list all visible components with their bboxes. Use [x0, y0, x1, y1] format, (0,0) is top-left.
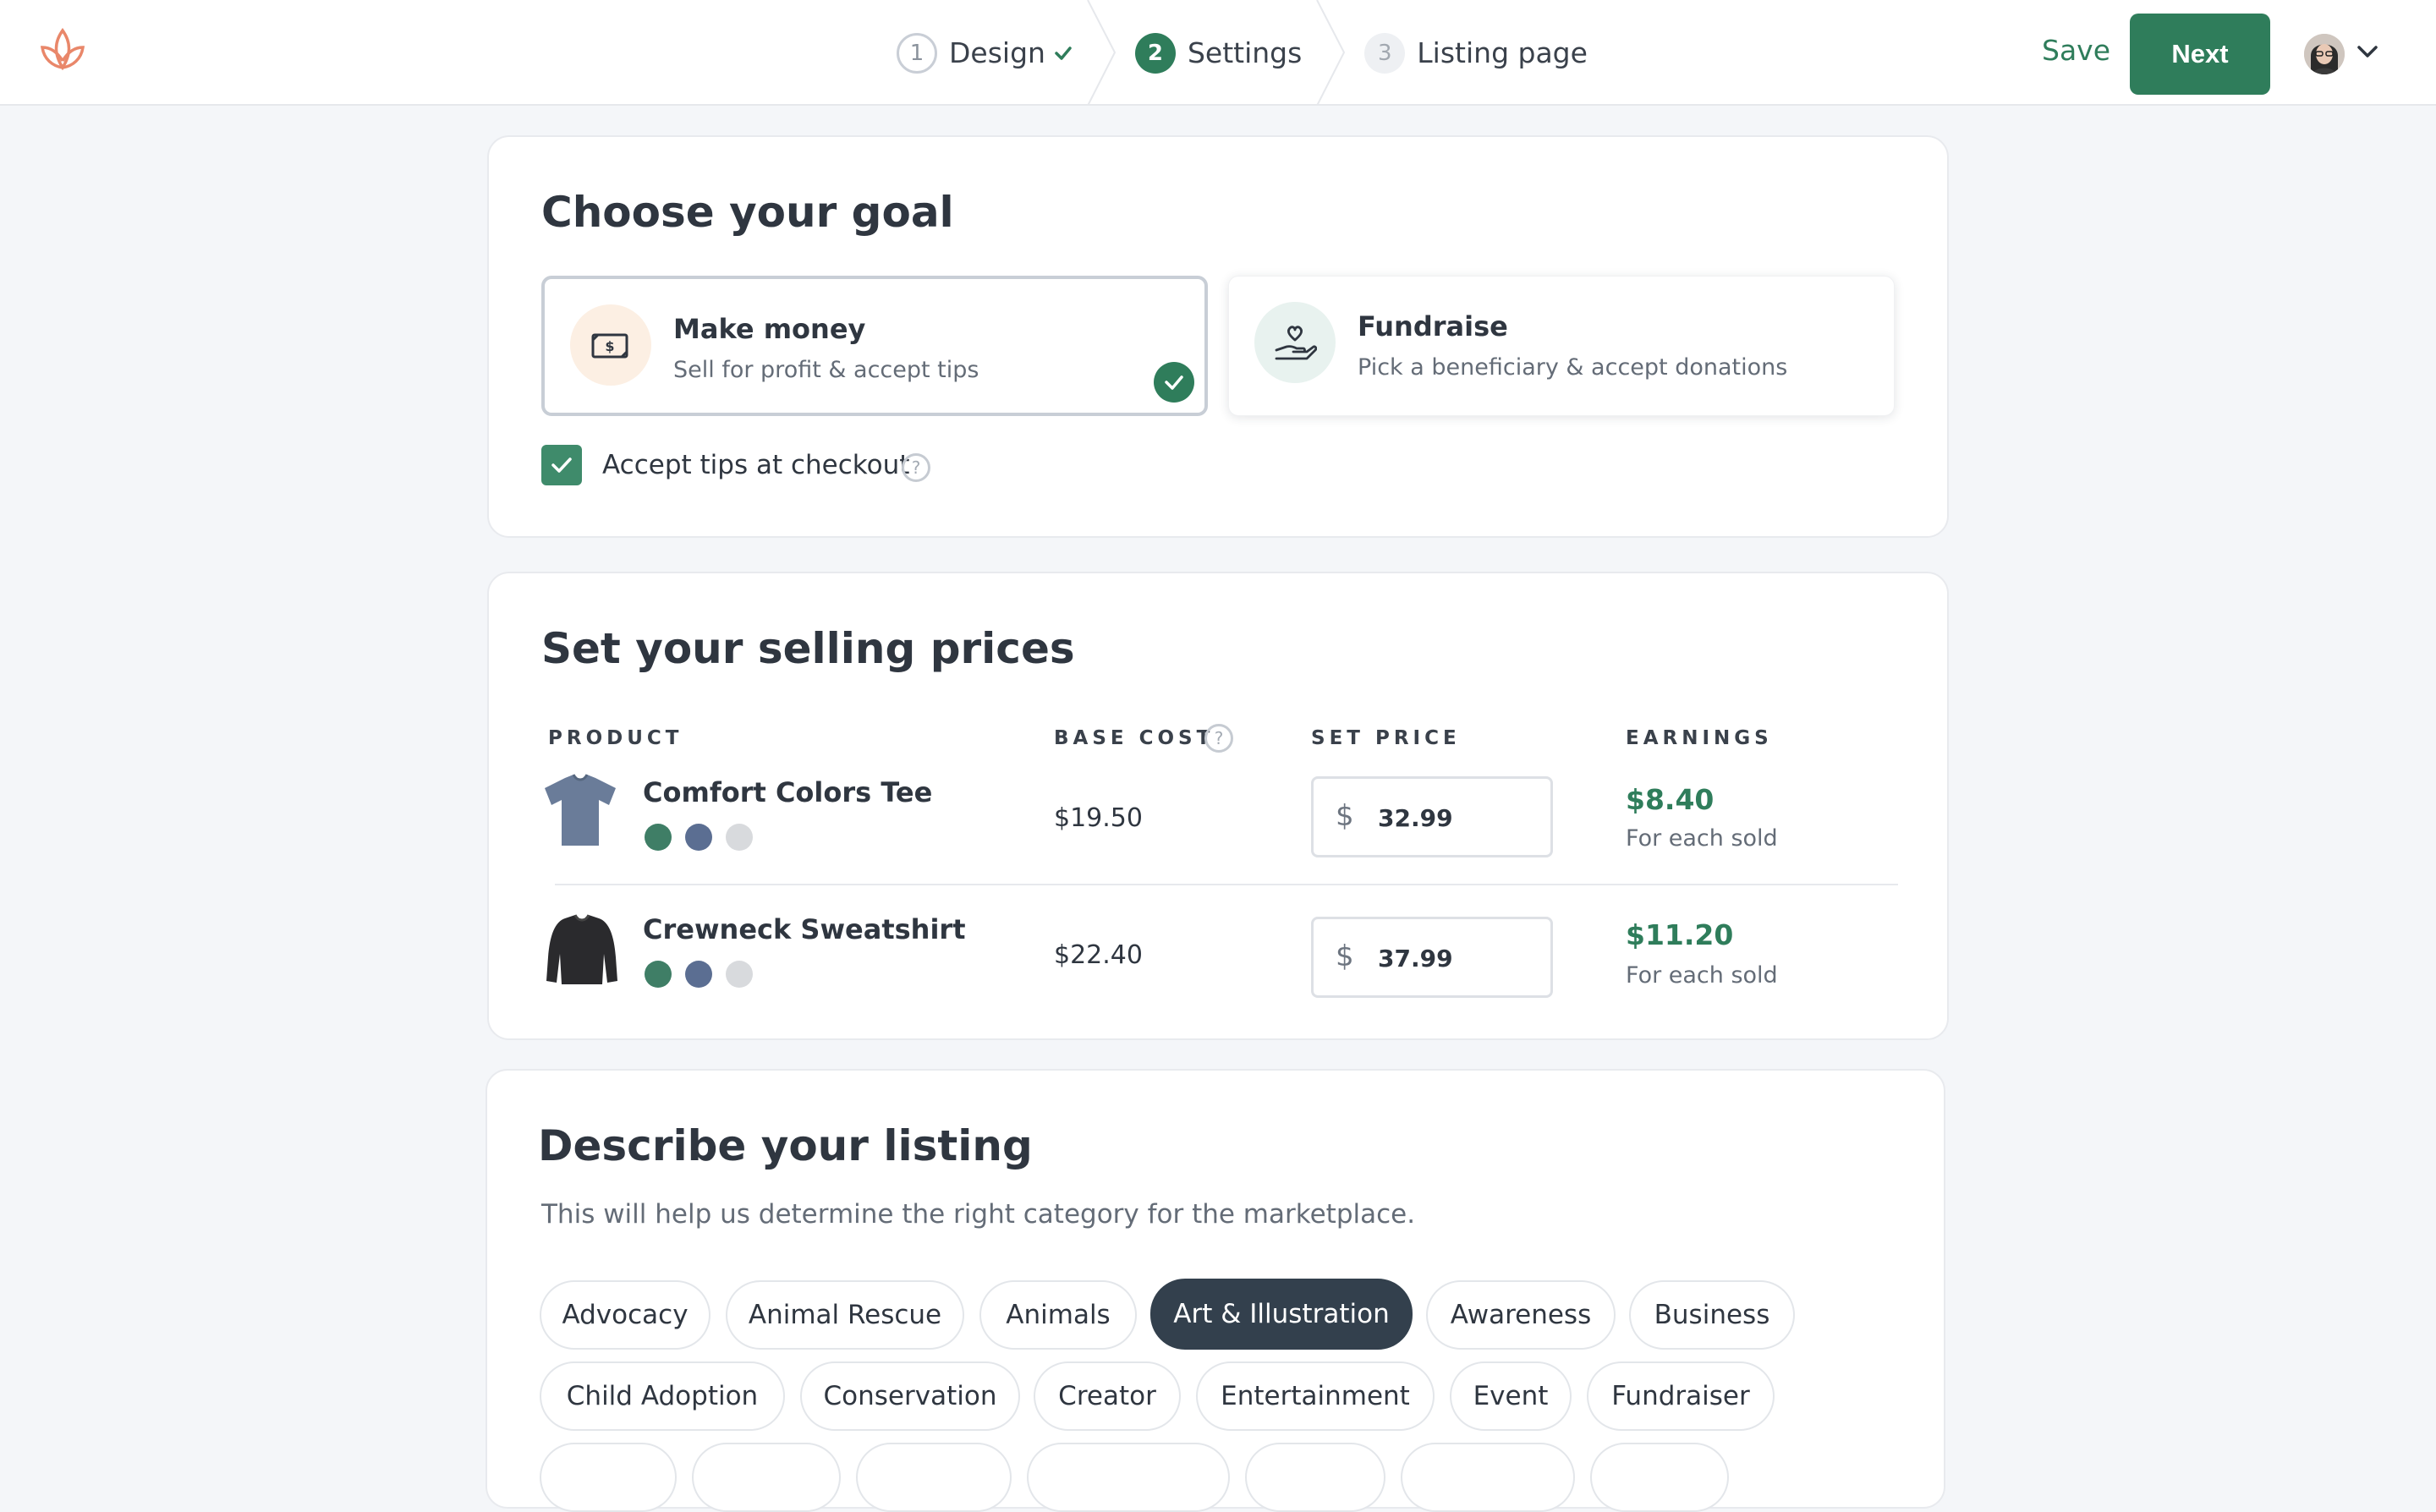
check-icon [551, 457, 572, 473]
sweatshirt-image [546, 914, 617, 984]
category-chip[interactable] [1245, 1443, 1385, 1512]
step-design[interactable]: 1 Design [897, 0, 1073, 106]
selected-check-icon [1154, 362, 1194, 403]
price-input[interactable]: $ 32.99 [1311, 776, 1553, 857]
category-chip[interactable] [1027, 1443, 1230, 1512]
goal-title: Choose your goal [541, 188, 954, 237]
chevron-down-icon[interactable] [2356, 44, 2378, 59]
category-chip[interactable]: Business [1629, 1280, 1795, 1350]
category-chip[interactable]: Fundraiser [1587, 1361, 1775, 1431]
step-settings[interactable]: 2 Settings [1134, 0, 1303, 106]
price-value: 32.99 [1378, 804, 1453, 832]
accept-tips-checkbox[interactable] [541, 445, 582, 485]
base-cost: $19.50 [1054, 803, 1143, 833]
earnings-note: For each sold [1626, 825, 1778, 852]
price-input[interactable]: $ 37.99 [1311, 917, 1553, 998]
step-listing-page[interactable]: 3 Listing page [1364, 0, 1588, 106]
color-swatches [645, 824, 753, 851]
chevron-separator-icon [1316, 0, 1346, 106]
step-label: Settings [1187, 36, 1303, 69]
earnings-note: For each sold [1626, 962, 1778, 989]
price-value: 37.99 [1378, 945, 1453, 972]
category-chip[interactable] [692, 1443, 841, 1512]
column-header-set-price: SET PRICE [1311, 727, 1461, 749]
earnings-value: $8.40 [1626, 783, 1715, 816]
base-cost: $22.40 [1054, 940, 1143, 970]
top-bar: 1 Design 2 Settings 3 Listing page Save … [0, 0, 2436, 106]
dollar-icon: $ [1336, 940, 1354, 973]
goal-option-icon: $ [570, 304, 651, 386]
category-chip[interactable] [540, 1443, 677, 1512]
check-icon [1055, 46, 1072, 60]
step-label: Listing page [1417, 36, 1588, 69]
step-number: 2 [1134, 32, 1176, 74]
avatar[interactable] [2304, 34, 2345, 74]
category-chip[interactable] [1401, 1443, 1575, 1512]
category-chip[interactable]: Animals [979, 1280, 1137, 1350]
column-header-earnings: EARNINGS [1626, 727, 1773, 749]
color-swatch[interactable] [645, 824, 672, 851]
category-chip[interactable]: Child Adoption [540, 1361, 785, 1431]
category-chip-selected[interactable]: Art & Illustration [1150, 1279, 1413, 1350]
column-header-product: PRODUCT [548, 727, 683, 749]
dollar-icon: $ [1336, 799, 1354, 833]
help-icon[interactable]: ? [1204, 724, 1233, 753]
user-avatar-icon [2304, 34, 2345, 74]
goal-option-icon [1254, 302, 1336, 383]
category-chip[interactable] [1590, 1443, 1729, 1512]
category-chip[interactable]: Conservation [800, 1361, 1020, 1431]
next-button[interactable]: Next [2130, 14, 2270, 95]
listing-subtitle: This will help us determine the right ca… [541, 1199, 1416, 1230]
category-chip[interactable]: Advocacy [540, 1280, 710, 1350]
color-swatch[interactable] [726, 961, 753, 988]
chevron-separator-icon [1087, 0, 1116, 106]
goal-option-title: Fundraise [1358, 310, 1508, 342]
money-icon: $ [591, 333, 628, 359]
goal-option-fundraise[interactable]: Fundraise Pick a beneficiary & accept do… [1228, 276, 1895, 416]
svg-text:$: $ [605, 338, 614, 354]
product-name: Comfort Colors Tee [643, 776, 933, 808]
tshirt-image [545, 774, 616, 846]
column-header-base-cost: BASE COST [1054, 727, 1215, 749]
category-chip[interactable] [856, 1443, 1012, 1512]
step-label: Design [949, 36, 1045, 69]
accept-tips-label: Accept tips at checkout [602, 450, 910, 480]
goal-option-make-money[interactable]: $ Make money Sell for profit & accept ti… [541, 276, 1208, 416]
color-swatches [645, 961, 753, 988]
color-swatch[interactable] [685, 824, 712, 851]
listing-title: Describe your listing [538, 1121, 1033, 1170]
category-chip[interactable]: Creator [1034, 1361, 1181, 1431]
color-swatch[interactable] [685, 961, 712, 988]
row-divider [555, 884, 1898, 885]
goal-option-subtitle: Sell for profit & accept tips [673, 357, 979, 383]
category-chip[interactable]: Entertainment [1196, 1361, 1435, 1431]
step-number: 3 [1364, 32, 1406, 74]
product-name: Crewneck Sweatshirt [643, 913, 966, 945]
save-button[interactable]: Save [2042, 34, 2110, 67]
category-chip[interactable]: Awareness [1426, 1280, 1616, 1350]
goal-option-title: Make money [673, 313, 866, 345]
stepper: 1 Design 2 Settings 3 Listing page [897, 0, 1588, 106]
earnings-value: $11.20 [1626, 918, 1734, 951]
goal-option-subtitle: Pick a beneficiary & accept donations [1358, 354, 1788, 381]
logo-icon[interactable] [37, 24, 88, 83]
step-number: 1 [897, 32, 937, 74]
hand-heart-icon [1275, 326, 1317, 360]
color-swatch[interactable] [645, 961, 672, 988]
help-icon[interactable]: ? [902, 453, 930, 482]
prices-title: Set your selling prices [541, 624, 1075, 673]
color-swatch[interactable] [726, 824, 753, 851]
category-chip[interactable]: Event [1450, 1361, 1572, 1431]
category-chip[interactable]: Animal Rescue [726, 1280, 964, 1350]
